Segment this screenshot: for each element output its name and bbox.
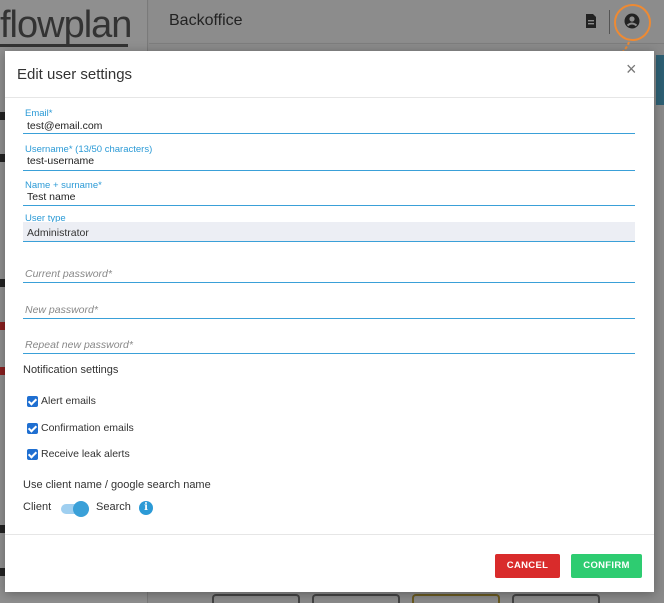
name-surname-field[interactable]: Name + surname* Test name [23,179,635,206]
username-value: test-username [27,155,95,167]
app-content-strip [656,55,664,105]
confirmation-emails-checkbox[interactable] [27,423,38,434]
info-icon[interactable]: i [139,501,153,515]
name-source-toggle-row: Client Search i [23,499,223,517]
repeat-password-field[interactable]: Repeat new password* [23,336,635,354]
edit-user-settings-dialog: Edit user settings × Email* test@email.c… [5,51,654,592]
cancel-button[interactable]: CANCEL [495,554,560,578]
username-field[interactable]: Username* (13/50 characters) test-userna… [23,143,635,171]
repeat-password-placeholder: Repeat new password* [25,339,133,351]
leak-alerts-checkbox[interactable] [27,449,38,460]
new-password-field[interactable]: New password* [23,301,635,319]
confirm-button[interactable]: CONFIRM [571,554,642,578]
client-label: Client [23,501,52,513]
dialog-header: Edit user settings × [5,51,654,98]
username-label: Username* (13/50 characters) [25,144,153,155]
name-surname-value: Test name [27,191,76,203]
name-source-title: Use client name / google search name [23,479,211,491]
close-icon[interactable]: × [626,60,640,78]
user-type-select[interactable]: Administrator [23,222,635,242]
dialog-footer: CANCEL CONFIRM [5,534,654,592]
alert-emails-label: Alert emails [41,395,96,407]
toggle-knob[interactable] [73,501,89,517]
email-value: test@email.com [27,120,103,132]
leak-alerts-label: Receive leak alerts [41,448,130,460]
highlight-ring [614,4,651,41]
current-password-field[interactable]: Current password* [23,265,635,283]
topbar-divider [609,10,610,34]
search-label: Search [96,501,131,513]
logo-underline [0,44,128,47]
background-buttons [212,594,652,603]
current-password-placeholder: Current password* [25,268,112,280]
document-icon[interactable] [583,13,599,29]
alert-emails-checkbox[interactable] [27,396,38,407]
name-surname-label: Name + surname* [25,180,102,191]
new-password-placeholder: New password* [25,304,98,316]
app-topbar: Backoffice [149,0,664,44]
notification-settings-title: Notification settings [23,364,119,376]
user-type-value: Administrator [27,227,89,239]
email-field[interactable]: Email* test@email.com [23,107,635,134]
flowplan-logo: flowplan [0,4,132,46]
dialog-title: Edit user settings [17,66,133,83]
confirmation-emails-label: Confirmation emails [41,422,134,434]
app-title: Backoffice [169,12,243,29]
email-label: Email* [25,108,53,119]
